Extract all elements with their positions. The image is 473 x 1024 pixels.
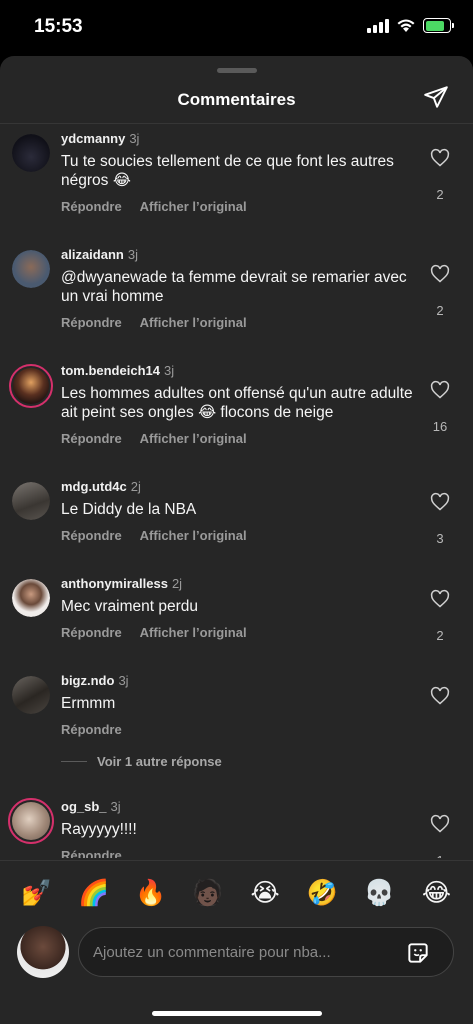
reply-button[interactable]: Répondre: [61, 625, 122, 640]
like-button[interactable]: 16: [429, 380, 451, 434]
like-count: 2: [436, 303, 444, 318]
comment-input[interactable]: [93, 928, 393, 976]
heart-icon: [430, 686, 450, 705]
reply-button[interactable]: Répondre: [61, 848, 122, 858]
like-count: 2: [436, 628, 444, 643]
avatar[interactable]: [12, 250, 50, 288]
avatar[interactable]: [12, 482, 50, 520]
share-icon[interactable]: [423, 84, 449, 110]
status-icons: [367, 18, 454, 33]
view-more-replies-label: Voir 1 autre réponse: [97, 754, 222, 769]
like-button[interactable]: 2: [429, 589, 451, 643]
drag-handle[interactable]: [217, 68, 257, 73]
reply-button[interactable]: Répondre: [61, 315, 122, 330]
heart-icon: [430, 148, 450, 167]
like-button[interactable]: 2: [429, 148, 451, 202]
avatar[interactable]: [9, 364, 53, 408]
comment-username[interactable]: mdg.utd4c: [61, 479, 127, 494]
emoji-person[interactable]: 🧑🏿: [188, 878, 228, 908]
like-count: 3: [436, 531, 444, 546]
reply-button[interactable]: Répondre: [61, 722, 122, 737]
comment-username[interactable]: tom.bendeich14: [61, 363, 160, 378]
comment-username[interactable]: og_sb_: [61, 799, 107, 814]
comment-username[interactable]: anthonymiralless: [61, 576, 168, 591]
emoji-rainbow[interactable]: 🌈: [74, 878, 114, 908]
comment-text: @dwyanewade ta femme devrait se remarier…: [61, 269, 407, 305]
show-original-button[interactable]: Afficher l’original: [140, 625, 247, 640]
comment-composer: [0, 924, 473, 984]
like-count: 16: [432, 419, 448, 434]
status-time: 15:53: [34, 16, 83, 37]
emoji-crying[interactable]: 😭: [245, 878, 285, 907]
comment-username[interactable]: alizaidann: [61, 247, 124, 262]
comment-text: Tu te soucies tellement de ce que font l…: [61, 153, 394, 189]
reply-button[interactable]: Répondre: [61, 528, 122, 543]
comment-text: Les hommes adultes ont offensé qu'un aut…: [61, 385, 413, 421]
sticker-icon[interactable]: [405, 940, 431, 966]
show-original-button[interactable]: Afficher l’original: [140, 528, 247, 543]
like-count: 1: [429, 853, 451, 858]
home-indicator[interactable]: [152, 1011, 322, 1016]
avatar[interactable]: [12, 676, 50, 714]
heart-icon: [430, 264, 450, 283]
heart-icon: [430, 380, 450, 399]
show-original-button[interactable]: Afficher l’original: [140, 199, 247, 214]
emoji-fire[interactable]: 🔥: [131, 878, 171, 908]
sheet-header: Commentaires: [0, 56, 473, 124]
signal-icon: [367, 18, 389, 33]
comment-text: Rayyyyy!!!!: [61, 821, 137, 838]
like-button[interactable]: 3: [429, 492, 451, 546]
avatar[interactable]: [12, 579, 50, 617]
comment-username[interactable]: bigz.ndo: [61, 673, 114, 688]
comments-list[interactable]: ydcmanny 3j Tu te soucies tellement de ce…: [0, 124, 473, 858]
comment-time: 3j: [118, 673, 129, 688]
show-original-button[interactable]: Afficher l’original: [140, 431, 247, 446]
comment-input-box[interactable]: [78, 927, 454, 977]
battery-icon: [423, 18, 454, 33]
reply-button[interactable]: Répondre: [61, 431, 122, 446]
comment-time: 3j: [110, 799, 121, 814]
show-original-button[interactable]: Afficher l’original: [140, 315, 247, 330]
comment-text: Mec vraiment perdu: [61, 598, 198, 615]
avatar[interactable]: [8, 798, 54, 844]
comment-time: 3j: [129, 131, 140, 146]
like-count: 2: [436, 187, 444, 202]
avatar[interactable]: [12, 134, 50, 172]
status-bar: 15:53: [0, 0, 473, 56]
like-button[interactable]: 2: [429, 264, 451, 318]
heart-icon: [430, 492, 450, 511]
sheet-title: Commentaires: [177, 90, 296, 109]
comment-time: 2j: [130, 479, 141, 494]
reply-button[interactable]: Répondre: [61, 199, 122, 214]
emoji-reaction-bar: 💅 🌈 🔥 🧑🏿 😭 🤣 💀 😂: [0, 860, 473, 924]
comment-time: 3j: [127, 247, 138, 262]
like-button[interactable]: [429, 686, 451, 711]
emoji-rofl[interactable]: 🤣: [302, 878, 342, 908]
view-more-replies[interactable]: Voir 1 autre réponse: [61, 754, 222, 769]
my-avatar: [17, 926, 69, 978]
heart-icon: [430, 814, 450, 833]
emoji-nail-polish[interactable]: 💅: [17, 878, 57, 908]
comment-username[interactable]: ydcmanny: [61, 131, 125, 146]
wifi-icon: [397, 19, 415, 32]
like-button[interactable]: 1: [429, 814, 451, 858]
comment-time: 3j: [163, 363, 175, 378]
comment-text: Le Diddy de la NBA: [61, 501, 197, 518]
heart-icon: [430, 589, 450, 608]
emoji-joy[interactable]: 😂: [416, 878, 456, 907]
comments-sheet: Commentaires ydcmanny 3j Tu te soucies te…: [0, 56, 473, 1024]
comment-time: 2j: [171, 576, 183, 591]
emoji-skull[interactable]: 💀: [359, 878, 399, 908]
comment-text: Ermmm: [61, 695, 116, 712]
